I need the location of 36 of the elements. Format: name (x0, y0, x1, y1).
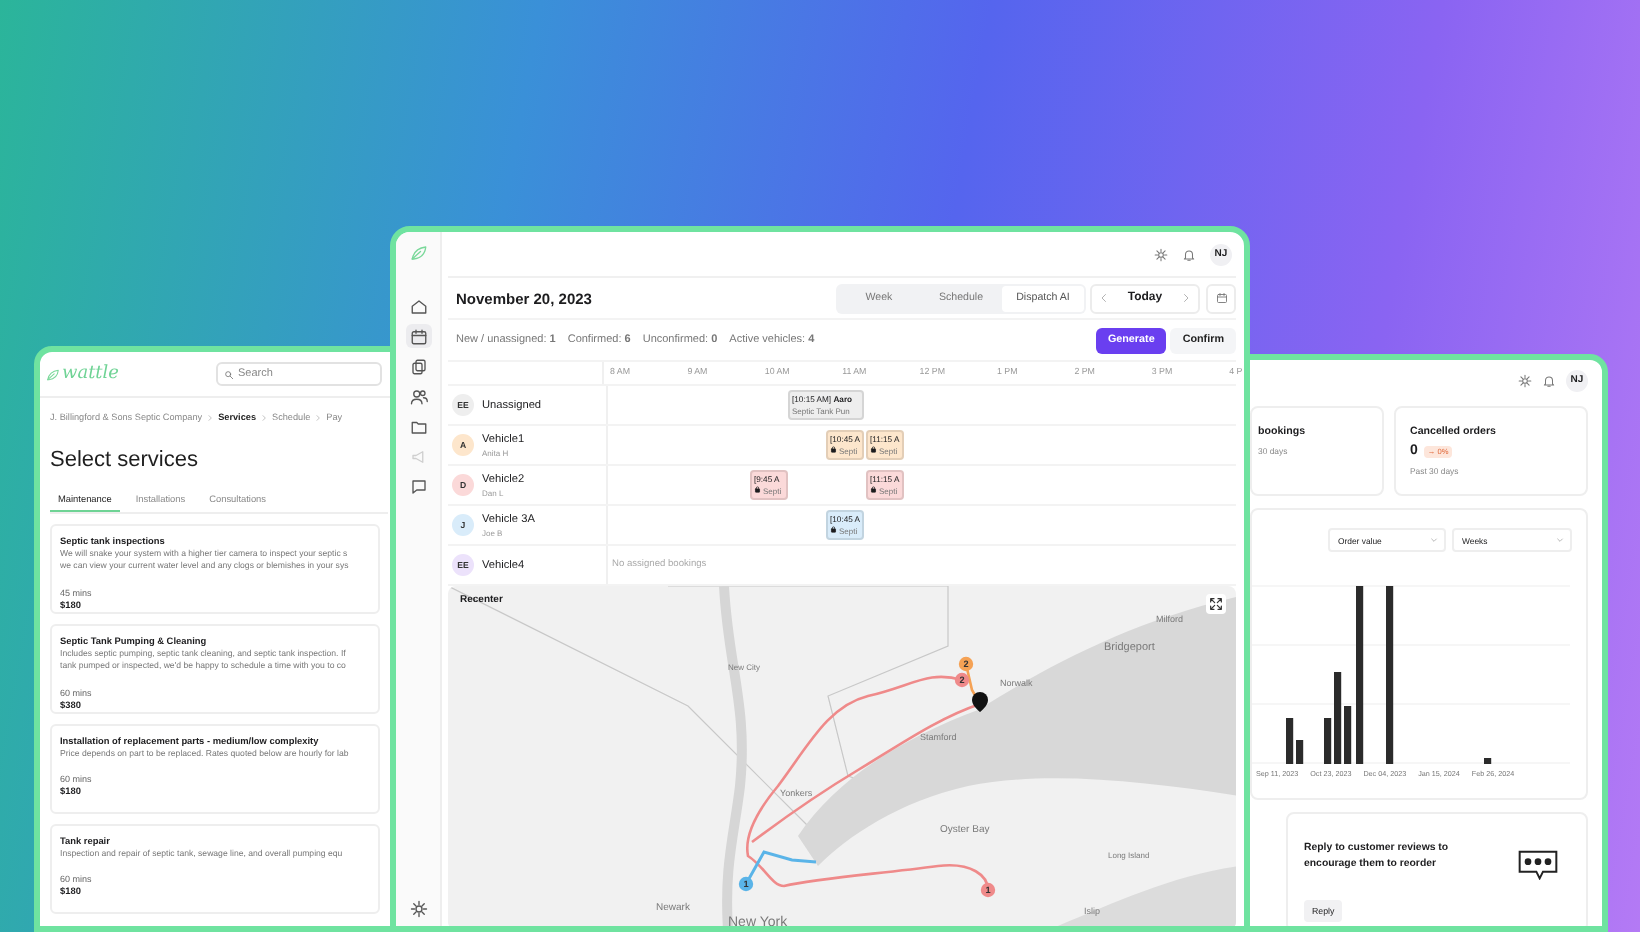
chart-bar (1484, 758, 1492, 764)
settings-icon (409, 899, 427, 917)
home-icon (409, 297, 427, 315)
caret-icon (1556, 536, 1564, 544)
chat-icon (409, 477, 427, 495)
speech-bubble-icon (1518, 850, 1558, 880)
lock-icon (870, 446, 877, 454)
logo-icon (409, 244, 427, 262)
fullscreen-button[interactable] (1206, 594, 1226, 614)
page-title: Select services (50, 448, 200, 472)
lock-icon (870, 486, 877, 494)
lock-icon (830, 526, 837, 534)
chevron-left-icon (1098, 292, 1110, 304)
calendar-icon (1215, 292, 1227, 304)
location-pin-icon (972, 692, 988, 712)
settings-icon (1154, 247, 1168, 261)
chevron-right-icon (1179, 292, 1192, 304)
caret-icon (1430, 536, 1438, 544)
megaphone-icon (409, 447, 427, 465)
copy-icon (409, 357, 427, 375)
expand-icon (1208, 596, 1224, 612)
logo: wattle (62, 364, 120, 384)
settings-button[interactable] (405, 896, 431, 920)
sidebar-item[interactable] (405, 384, 431, 408)
lock-icon (754, 486, 761, 494)
calendar-button[interactable] (1206, 283, 1236, 313)
settings-icon (1518, 373, 1532, 387)
bell-icon (1182, 247, 1196, 261)
bell-icon (1542, 373, 1556, 387)
leaf-icon (46, 367, 60, 381)
calendar-icon (409, 327, 427, 345)
search-icon (224, 369, 234, 379)
sidebar-item[interactable] (405, 324, 431, 348)
lock-icon (830, 446, 837, 454)
folder-icon (409, 417, 427, 435)
people-icon (409, 387, 427, 405)
